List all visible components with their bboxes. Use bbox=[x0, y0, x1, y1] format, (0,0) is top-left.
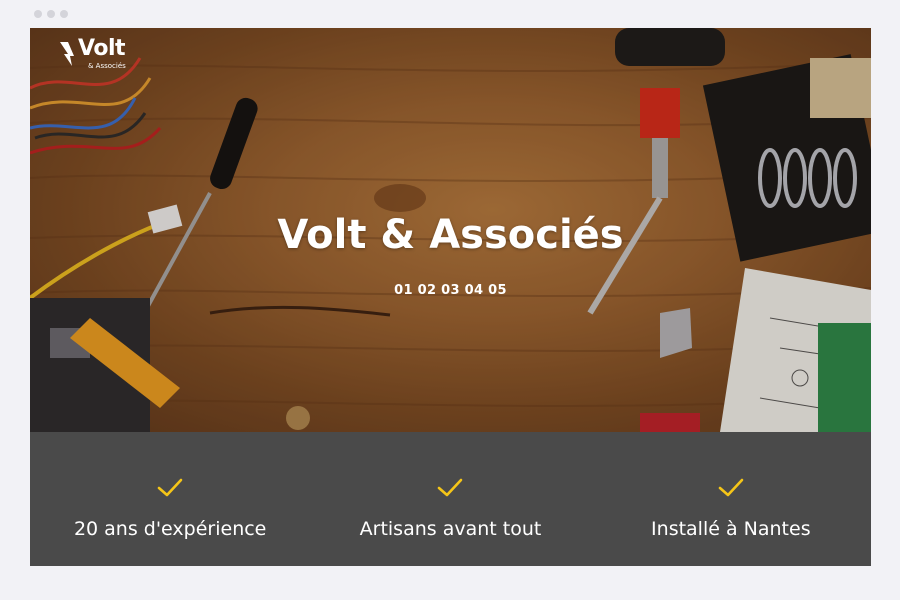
check-icon bbox=[718, 478, 744, 497]
hero-title: Volt & Associés bbox=[277, 212, 624, 258]
site-frame: Volt & Associés Volt & Associés 01 02 03… bbox=[30, 28, 871, 566]
feature-item-artisans: Artisans avant tout bbox=[310, 432, 590, 566]
window-controls bbox=[34, 10, 68, 18]
hero-phone-number[interactable]: 01 02 03 04 05 bbox=[30, 283, 871, 298]
window-dot bbox=[34, 10, 42, 18]
logo-wordmark: Volt bbox=[78, 36, 126, 61]
feature-label: Installé à Nantes bbox=[651, 518, 811, 540]
window-dot bbox=[60, 10, 68, 18]
feature-item-experience: 20 ans d'expérience bbox=[30, 432, 310, 566]
check-icon bbox=[157, 478, 183, 497]
feature-label: Artisans avant tout bbox=[359, 518, 542, 540]
window-dot bbox=[47, 10, 55, 18]
feature-label: 20 ans d'expérience bbox=[73, 518, 267, 540]
lightning-bolt-icon bbox=[60, 42, 74, 66]
check-icon bbox=[438, 478, 463, 497]
features-bar: 20 ans d'expérience Artisans avant tout … bbox=[30, 432, 871, 566]
feature-item-location: Installé à Nantes bbox=[591, 432, 871, 566]
logo-subtitle: & Associés bbox=[88, 62, 126, 70]
hero-section: Volt & Associés Volt & Associés 01 02 03… bbox=[30, 28, 871, 432]
brand-logo[interactable]: Volt & Associés bbox=[58, 36, 138, 72]
